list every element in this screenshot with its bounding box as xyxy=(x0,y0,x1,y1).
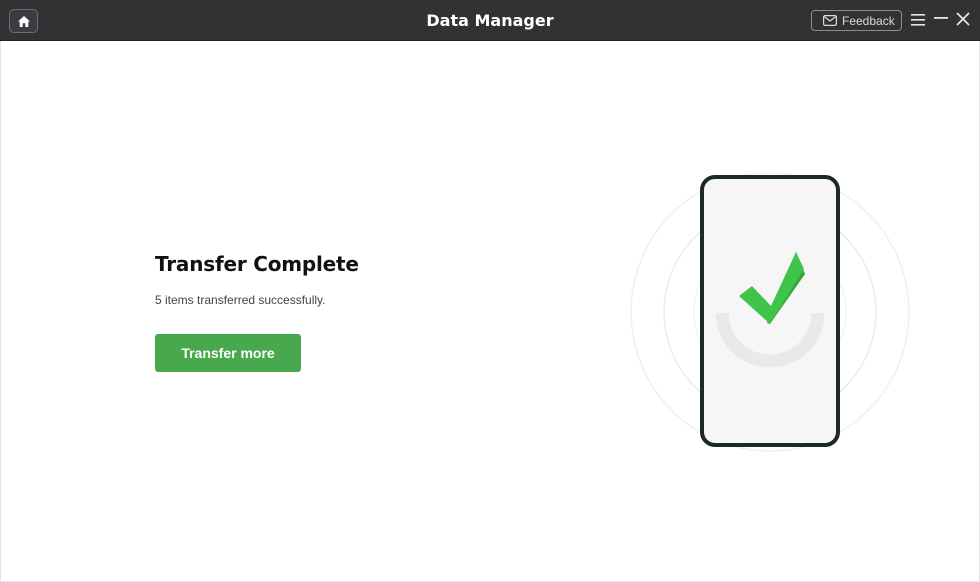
transfer-more-button[interactable]: Transfer more xyxy=(155,334,301,372)
feedback-button[interactable]: Feedback xyxy=(811,10,902,31)
result-title: Transfer Complete xyxy=(155,252,359,276)
mail-icon xyxy=(823,15,837,26)
title-bar: Data Manager Feedback xyxy=(0,0,980,41)
result-subtitle: 5 items transferred successfully. xyxy=(155,293,326,307)
close-icon[interactable] xyxy=(955,11,971,27)
menu-icon[interactable] xyxy=(910,12,926,28)
home-icon xyxy=(17,15,30,27)
minimize-icon[interactable] xyxy=(933,10,949,26)
feedback-label: Feedback xyxy=(842,13,895,28)
success-illustration xyxy=(630,172,910,452)
home-button[interactable] xyxy=(9,9,38,33)
